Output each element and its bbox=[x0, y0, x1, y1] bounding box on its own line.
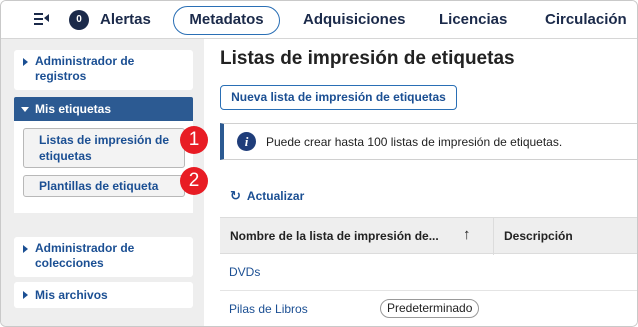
table-header: Nombre de la lista de impresión de... ↑ … bbox=[220, 217, 637, 255]
refresh-label: Actualizar bbox=[246, 189, 305, 203]
nav-tab-label: Metadatos bbox=[189, 11, 264, 28]
sort-ascending-icon[interactable]: ↑ bbox=[463, 226, 471, 243]
submenu-item-label: Plantillas de etiqueta bbox=[39, 179, 159, 193]
column-header-name[interactable]: Nombre de la lista de impresión de... bbox=[230, 229, 439, 243]
info-icon: i bbox=[237, 132, 256, 151]
refresh-button[interactable]: ↻ Actualizar bbox=[230, 188, 304, 204]
refresh-icon: ↻ bbox=[230, 188, 241, 203]
row-name-link[interactable]: DVDs bbox=[229, 265, 260, 279]
alerts-count-badge[interactable]: 0 bbox=[69, 10, 89, 30]
sidebar: Administrador de registros Mis etiquetas… bbox=[1, 39, 204, 326]
submenu-item-label: Listas de impresión de etiquetas bbox=[39, 133, 170, 163]
callout-marker-2: 2 bbox=[180, 167, 208, 195]
collapse-arrow-icon bbox=[21, 107, 29, 112]
expand-arrow-icon bbox=[23, 245, 28, 253]
nav-tab-adquisiciones[interactable]: Adquisiciones bbox=[303, 11, 406, 28]
sidebar-item-registry-admin[interactable]: Administrador de registros bbox=[14, 50, 193, 90]
default-badge: Predeterminado bbox=[380, 299, 480, 318]
my-labels-submenu: Listas de impresión de etiquetas Plantil… bbox=[14, 121, 193, 213]
sidebar-item-my-labels[interactable]: Mis etiquetas bbox=[14, 97, 193, 121]
submenu-item-print-lists[interactable]: Listas de impresión de etiquetas bbox=[23, 128, 185, 168]
menu-collapse-icon[interactable] bbox=[34, 12, 50, 26]
row-name-link[interactable]: Pilas de Libros bbox=[229, 302, 308, 316]
sidebar-item-label: Mis archivos bbox=[35, 288, 108, 302]
submenu-item-label-templates[interactable]: Plantillas de etiqueta bbox=[23, 175, 185, 197]
alerts-link[interactable]: Alertas bbox=[100, 11, 151, 28]
new-print-list-button[interactable]: Nueva lista de impresión de etiquetas bbox=[220, 85, 457, 110]
print-lists-table: ↻ Actualizar Nombre de la lista de impres… bbox=[220, 173, 637, 326]
table-row: Pilas de Libros Predeterminado bbox=[220, 291, 637, 326]
sidebar-item-label: Administrador de registros bbox=[35, 54, 135, 83]
sidebar-item-collections-admin[interactable]: Administrador de colecciones bbox=[14, 237, 193, 277]
top-navigation: 0 Alertas Metadatos Adquisiciones Licenc… bbox=[1, 1, 637, 39]
expand-arrow-icon bbox=[23, 58, 28, 66]
table-row: DVDs bbox=[220, 254, 637, 291]
app-window: 0 Alertas Metadatos Adquisiciones Licenc… bbox=[0, 0, 638, 327]
page-title: Listas de impresión de etiquetas bbox=[220, 48, 515, 69]
nav-tab-metadatos[interactable]: Metadatos bbox=[173, 6, 280, 35]
info-message-text: Puede crear hasta 100 listas de impresió… bbox=[266, 135, 563, 149]
expand-arrow-icon bbox=[23, 291, 28, 299]
column-divider[interactable] bbox=[493, 218, 494, 255]
button-label: Nueva lista de impresión de etiquetas bbox=[231, 90, 446, 104]
info-message: i Puede crear hasta 100 listas de impres… bbox=[220, 123, 637, 160]
sidebar-item-label: Administrador de colecciones bbox=[35, 241, 135, 270]
nav-tab-circulacion[interactable]: Circulación bbox=[545, 11, 627, 28]
nav-tab-licencias[interactable]: Licencias bbox=[439, 11, 507, 28]
column-header-description[interactable]: Descripción bbox=[504, 229, 573, 243]
sidebar-item-my-files[interactable]: Mis archivos bbox=[14, 282, 193, 308]
callout-marker-1: 1 bbox=[180, 126, 208, 154]
sidebar-item-label: Mis etiquetas bbox=[35, 102, 112, 116]
